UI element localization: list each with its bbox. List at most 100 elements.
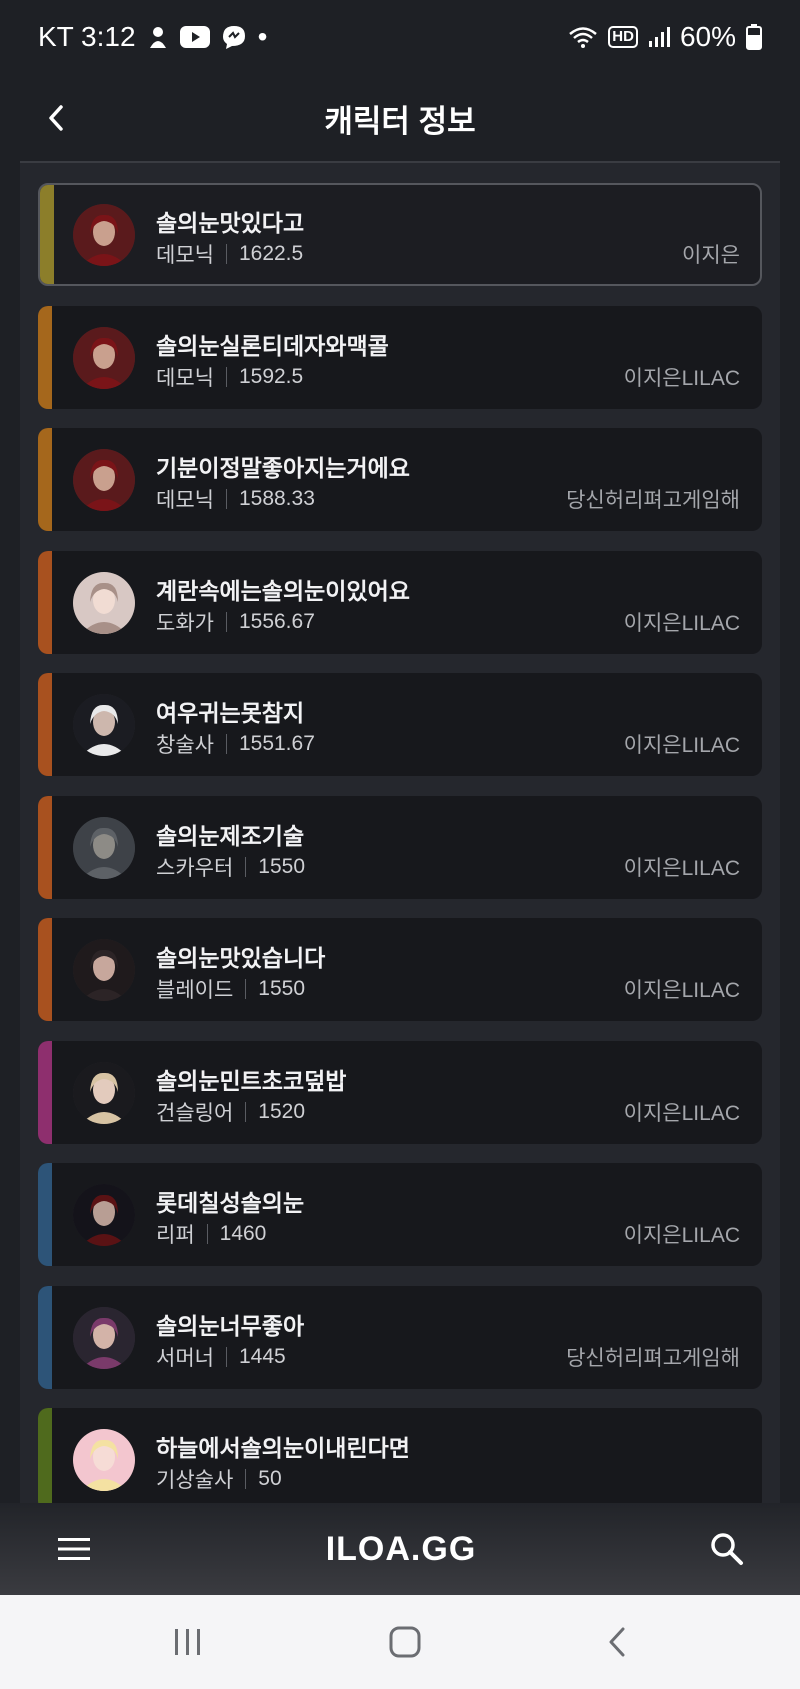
card-accent-bar [38, 305, 52, 409]
back-button[interactable] [38, 100, 74, 136]
battery-percent: 60% [679, 21, 736, 52]
recent-apps-icon [175, 1629, 201, 1655]
card-accent-bar [38, 1285, 52, 1389]
character-name: 솔의눈실론티데자와맥콜 [156, 332, 389, 359]
card-accent-bar [38, 428, 52, 531]
chevron-left-icon [49, 105, 63, 131]
search-button[interactable] [710, 1532, 744, 1566]
item-level: 1588.33 [238, 487, 315, 510]
item-level: 1445 [238, 1344, 286, 1368]
hd-label: HD [612, 28, 634, 45]
character-card[interactable]: 여우귀는못참지 창술사 1551.67 이지은LILAC [38, 673, 762, 776]
character-list: 솔의눈맛있다고 데모닉 1622.5 이지은 솔의눈실론티데자와맥콜 데모닉 1592.5 이… [38, 183, 762, 1505]
hamburger-menu-icon [58, 1538, 90, 1560]
app-header: 캐릭터 정보 [0, 74, 800, 162]
back-arrow-icon [609, 1627, 625, 1657]
guild-name: 이지은 [682, 244, 740, 267]
portrait-image-icon [73, 816, 135, 879]
signal-icon [648, 26, 670, 48]
character-name: 솔의눈너무좋아 [156, 1312, 305, 1339]
character-avatar [73, 326, 135, 389]
meta-divider [225, 489, 227, 509]
messenger-icon [220, 24, 248, 50]
card-accent-bar [38, 1408, 52, 1505]
guild-name: 이지은LILAC [623, 734, 740, 757]
card-accent-bar [38, 1040, 52, 1144]
item-level: 1556.67 [238, 609, 315, 633]
character-name: 하늘에서솔의눈이내린다면 [156, 1435, 410, 1461]
character-meta: 데모닉 1622.5 [156, 239, 303, 269]
character-class: 데모닉 [156, 366, 214, 390]
meta-divider [225, 366, 227, 387]
more-notifications-dot: • [257, 21, 268, 52]
page-title: 캐릭터 정보 [324, 103, 476, 139]
character-card[interactable]: 계란속에는솔의눈이있어요도화가 1556.67 이지은LILAC [38, 550, 762, 654]
character-card[interactable]: 솔의눈제조기술 스카우터 1550 이지은LILAC [38, 795, 762, 899]
character-avatar [73, 694, 135, 756]
character-card[interactable]: 솔의눈맛있다고데모닉 1622.5 이지은 [38, 183, 762, 286]
character-name: 솔의눈맛있다고 [156, 210, 305, 236]
guild-name: 이지은LILAC [623, 856, 740, 880]
portrait-image-icon [73, 571, 135, 634]
guild-name: 이지은LILAC [623, 366, 740, 390]
character-card[interactable]: 롯데칠성솔의눈리퍼 1460 이지은LILAC [38, 1163, 762, 1266]
meta-divider [225, 244, 227, 264]
character-list-panel[interactable]: 솔의눈맛있다고 데모닉 1622.5 이지은 솔의눈실론티데자와맥콜 데모닉 1592.5 이… [20, 161, 780, 1505]
character-card[interactable]: 솔의눈실론티데자와맥콜데모닉 1592.5 이지은LILAC [38, 305, 762, 409]
character-class: 기상술사 [156, 1469, 234, 1492]
item-level: 1551.67 [238, 732, 315, 755]
character-name: 솔의눈민트초코덮밥 [156, 1067, 347, 1094]
guild-name: 이지은LILAC [623, 611, 740, 635]
character-name: 롯데칠성솔의눈 [156, 1190, 305, 1216]
status-left: KT 3:12 • [38, 21, 267, 53]
item-level: 1592.5 [238, 364, 304, 388]
site-logo[interactable]: ILOA.GG [326, 1530, 477, 1569]
portrait-image-icon [73, 1061, 135, 1124]
character-card[interactable]: 기분이정말좋아지는거에요 데모닉 1588.33 당신허리펴고게임해 [38, 428, 762, 531]
character-avatar [73, 1184, 135, 1246]
character-avatar [73, 204, 135, 266]
home-icon [389, 1626, 421, 1658]
portrait-image-icon [73, 449, 135, 511]
recent-apps-button[interactable] [171, 1627, 205, 1657]
item-level: 1460 [219, 1222, 267, 1245]
character-name: 솔의눈제조기술 [156, 822, 305, 849]
meta-divider [225, 611, 227, 632]
character-meta: 데모닉 1588.33 [156, 484, 315, 514]
character-class: 데모닉 [156, 244, 214, 267]
app-notification-icon [146, 24, 170, 50]
guild-name: 당신허리펴고게임해 [566, 1346, 740, 1370]
character-meta: 건슬링어 1520 [156, 1097, 305, 1127]
card-accent-bar [38, 673, 52, 776]
character-name: 계란속에는솔의눈이있어요 [156, 577, 410, 604]
battery-icon [746, 24, 762, 50]
system-back-button[interactable] [605, 1625, 629, 1659]
character-meta: 창술사 1551.67 [156, 729, 315, 759]
meta-divider [245, 979, 247, 999]
item-level: 1520 [258, 1099, 305, 1123]
item-level: 50 [258, 1467, 282, 1490]
character-card[interactable]: 솔의눈맛있습니다 블레이드 1550 이지은LILAC [38, 918, 762, 1021]
portrait-image-icon [73, 1306, 135, 1369]
guild-name: 이지은LILAC [623, 1224, 740, 1247]
portrait-image-icon [73, 694, 135, 756]
portrait-image-icon [73, 326, 135, 389]
menu-button[interactable] [56, 1535, 92, 1563]
system-navigation-bar [0, 1595, 800, 1689]
character-card[interactable]: 솔의눈민트초코덮밥 건슬링어 1520 이지은LILAC [38, 1040, 762, 1144]
character-meta: 리퍼 1460 [156, 1219, 266, 1249]
character-card[interactable]: 솔의눈너무좋아 서머너 1445 당신허리펴고게임해 [38, 1285, 762, 1389]
character-name: 솔의눈맛있습니다 [156, 945, 326, 971]
home-button[interactable] [388, 1625, 422, 1659]
item-level: 1550 [258, 977, 305, 1000]
youtube-icon [179, 26, 210, 48]
guild-name: 당신허리펴고게임해 [566, 489, 740, 512]
meta-divider [245, 1101, 247, 1122]
character-card[interactable]: 하늘에서솔의눈이내린다면기상술사 50 [38, 1408, 762, 1505]
character-meta: 도화가 1556.67 [156, 607, 315, 637]
character-class: 도화가 [156, 611, 214, 635]
portrait-image-icon [73, 204, 135, 266]
character-avatar [73, 449, 135, 511]
status-right: HD 60% [568, 21, 762, 53]
portrait-image-icon [73, 939, 135, 1001]
